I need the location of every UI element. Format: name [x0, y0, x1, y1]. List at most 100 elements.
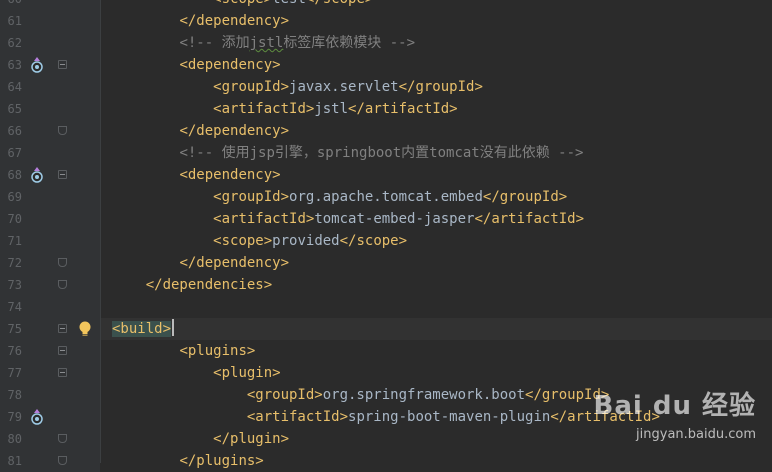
line-gutter[interactable]: 64 [0, 76, 100, 98]
code-text[interactable]: <artifactId>jstl</artifactId> [112, 98, 457, 120]
code-line-64[interactable]: 64 <groupId>javax.servlet</groupId> [0, 76, 772, 98]
line-gutter[interactable]: 76 [0, 340, 100, 362]
code-text[interactable]: <groupId>org.springframework.boot</group… [112, 384, 609, 406]
xml-tag: </groupId> [482, 189, 568, 205]
code-text[interactable]: </dependency> [112, 10, 289, 32]
xml-tag: <scope> [213, 233, 273, 249]
line-gutter[interactable]: 71 [0, 230, 100, 252]
maven-dependency-icon[interactable] [30, 167, 44, 183]
fold-collapse-icon[interactable] [58, 170, 67, 179]
code-text[interactable]: <build> [112, 318, 175, 340]
intention-bulb-icon[interactable] [78, 320, 92, 338]
code-line-69[interactable]: 69 <groupId>org.apache.tomcat.embed</gro… [0, 186, 772, 208]
line-gutter[interactable]: 75 [0, 318, 100, 340]
line-gutter[interactable]: 61 [0, 10, 100, 32]
xml-tag: <artifactId> [246, 409, 349, 425]
line-gutter[interactable]: 77 [0, 362, 100, 384]
code-line-70[interactable]: 70 <artifactId>tomcat-embed-jasper</arti… [0, 208, 772, 230]
xml-value: tomcat-embed-jasper [314, 211, 475, 227]
xml-tag: </plugin> [213, 431, 290, 447]
code-line-73[interactable]: 73 </dependencies> [0, 274, 772, 296]
code-line-62[interactable]: 62 <!-- 添加jstl标签库依赖模块 --> [0, 32, 772, 54]
gutter-divider [100, 0, 101, 463]
code-line-60[interactable]: 60 <scope>test</scope> [0, 0, 772, 10]
fold-end-icon[interactable] [58, 434, 67, 443]
xml-comment: jstl [249, 35, 284, 51]
xml-tag: <groupId> [213, 79, 290, 95]
code-text[interactable]: </dependency> [112, 120, 289, 142]
line-gutter[interactable]: 62 [0, 32, 100, 54]
code-text[interactable]: <!-- 使用jsp引擎，springboot内置tomcat没有此依赖 --> [112, 142, 583, 164]
xml-value: javax.servlet [289, 79, 399, 95]
fold-end-icon[interactable] [58, 280, 67, 289]
xml-tag: <artifactId> [213, 101, 315, 117]
line-gutter[interactable]: 72 [0, 252, 100, 274]
code-text[interactable]: </dependency> [112, 252, 289, 274]
line-gutter[interactable]: 74 [0, 296, 100, 318]
code-line-65[interactable]: 65 <artifactId>jstl</artifactId> [0, 98, 772, 120]
code-text[interactable]: <plugin> [112, 362, 280, 384]
code-text[interactable]: <scope>test</scope> [112, 0, 373, 10]
code-line-74[interactable]: 74 [0, 296, 772, 318]
line-gutter[interactable]: 60 [0, 0, 100, 10]
code-line-75[interactable]: 75 <build> [0, 318, 772, 340]
code-text[interactable]: </plugins> [112, 450, 263, 472]
code-text[interactable]: <plugins> [112, 340, 255, 362]
code-text[interactable]: <groupId>org.apache.tomcat.embed</groupI… [112, 186, 567, 208]
line-gutter[interactable]: 81 [0, 450, 100, 472]
xml-comment: <!-- 使用jsp引擎，springboot内置tomcat没有此依赖 --> [179, 145, 584, 161]
code-text[interactable]: <scope>provided</scope> [112, 230, 407, 252]
xml-tag: </scope> [339, 233, 408, 249]
xml-value: spring-boot-maven-plugin [348, 409, 551, 425]
code-text[interactable]: <!-- 添加jstl标签库依赖模块 --> [112, 32, 415, 54]
line-gutter[interactable]: 70 [0, 208, 100, 230]
line-gutter[interactable]: 73 [0, 274, 100, 296]
line-gutter[interactable]: 65 [0, 98, 100, 120]
line-number: 63 [7, 58, 22, 72]
code-line-71[interactable]: 71 <scope>provided</scope> [0, 230, 772, 252]
code-text[interactable]: </dependencies> [112, 274, 272, 296]
line-gutter[interactable]: 69 [0, 186, 100, 208]
line-gutter[interactable]: 79 [0, 406, 100, 428]
code-text[interactable]: <dependency> [112, 164, 280, 186]
code-line-61[interactable]: 61 </dependency> [0, 10, 772, 32]
fold-collapse-icon[interactable] [58, 368, 67, 377]
code-line-67[interactable]: 67 <!-- 使用jsp引擎，springboot内置tomcat没有此依赖 … [0, 142, 772, 164]
code-line-76[interactable]: 76 <plugins> [0, 340, 772, 362]
line-gutter[interactable]: 78 [0, 384, 100, 406]
code-line-68[interactable]: 68 <dependency> [0, 164, 772, 186]
fold-end-icon[interactable] [58, 258, 67, 267]
line-number: 80 [7, 432, 22, 446]
code-text[interactable]: <artifactId>tomcat-embed-jasper</artifac… [112, 208, 584, 230]
code-text[interactable]: <groupId>javax.servlet</groupId> [112, 76, 483, 98]
line-gutter[interactable]: 66 [0, 120, 100, 142]
line-gutter[interactable]: 67 [0, 142, 100, 164]
fold-collapse-icon[interactable] [58, 60, 67, 69]
maven-dependency-icon[interactable] [30, 57, 44, 73]
fold-collapse-icon[interactable] [58, 346, 67, 355]
line-gutter[interactable]: 68 [0, 164, 100, 186]
maven-dependency-icon[interactable] [30, 409, 44, 425]
code-text[interactable]: </plugin> [112, 428, 289, 450]
xml-tag: <plugins> [179, 343, 256, 359]
xml-tag: </groupId> [398, 79, 483, 95]
fold-end-icon[interactable] [58, 456, 67, 465]
line-gutter[interactable]: 63 [0, 54, 100, 76]
code-text[interactable]: <dependency> [112, 54, 280, 76]
line-number: 66 [7, 124, 22, 138]
fold-collapse-icon[interactable] [58, 324, 67, 333]
line-gutter[interactable]: 80 [0, 428, 100, 450]
fold-end-icon[interactable] [58, 126, 67, 135]
line-number: 77 [7, 366, 22, 380]
code-line-72[interactable]: 72 </dependency> [0, 252, 772, 274]
code-line-63[interactable]: 63 <dependency> [0, 54, 772, 76]
code-line-66[interactable]: 66 </dependency> [0, 120, 772, 142]
line-number: 60 [0, 0, 22, 10]
